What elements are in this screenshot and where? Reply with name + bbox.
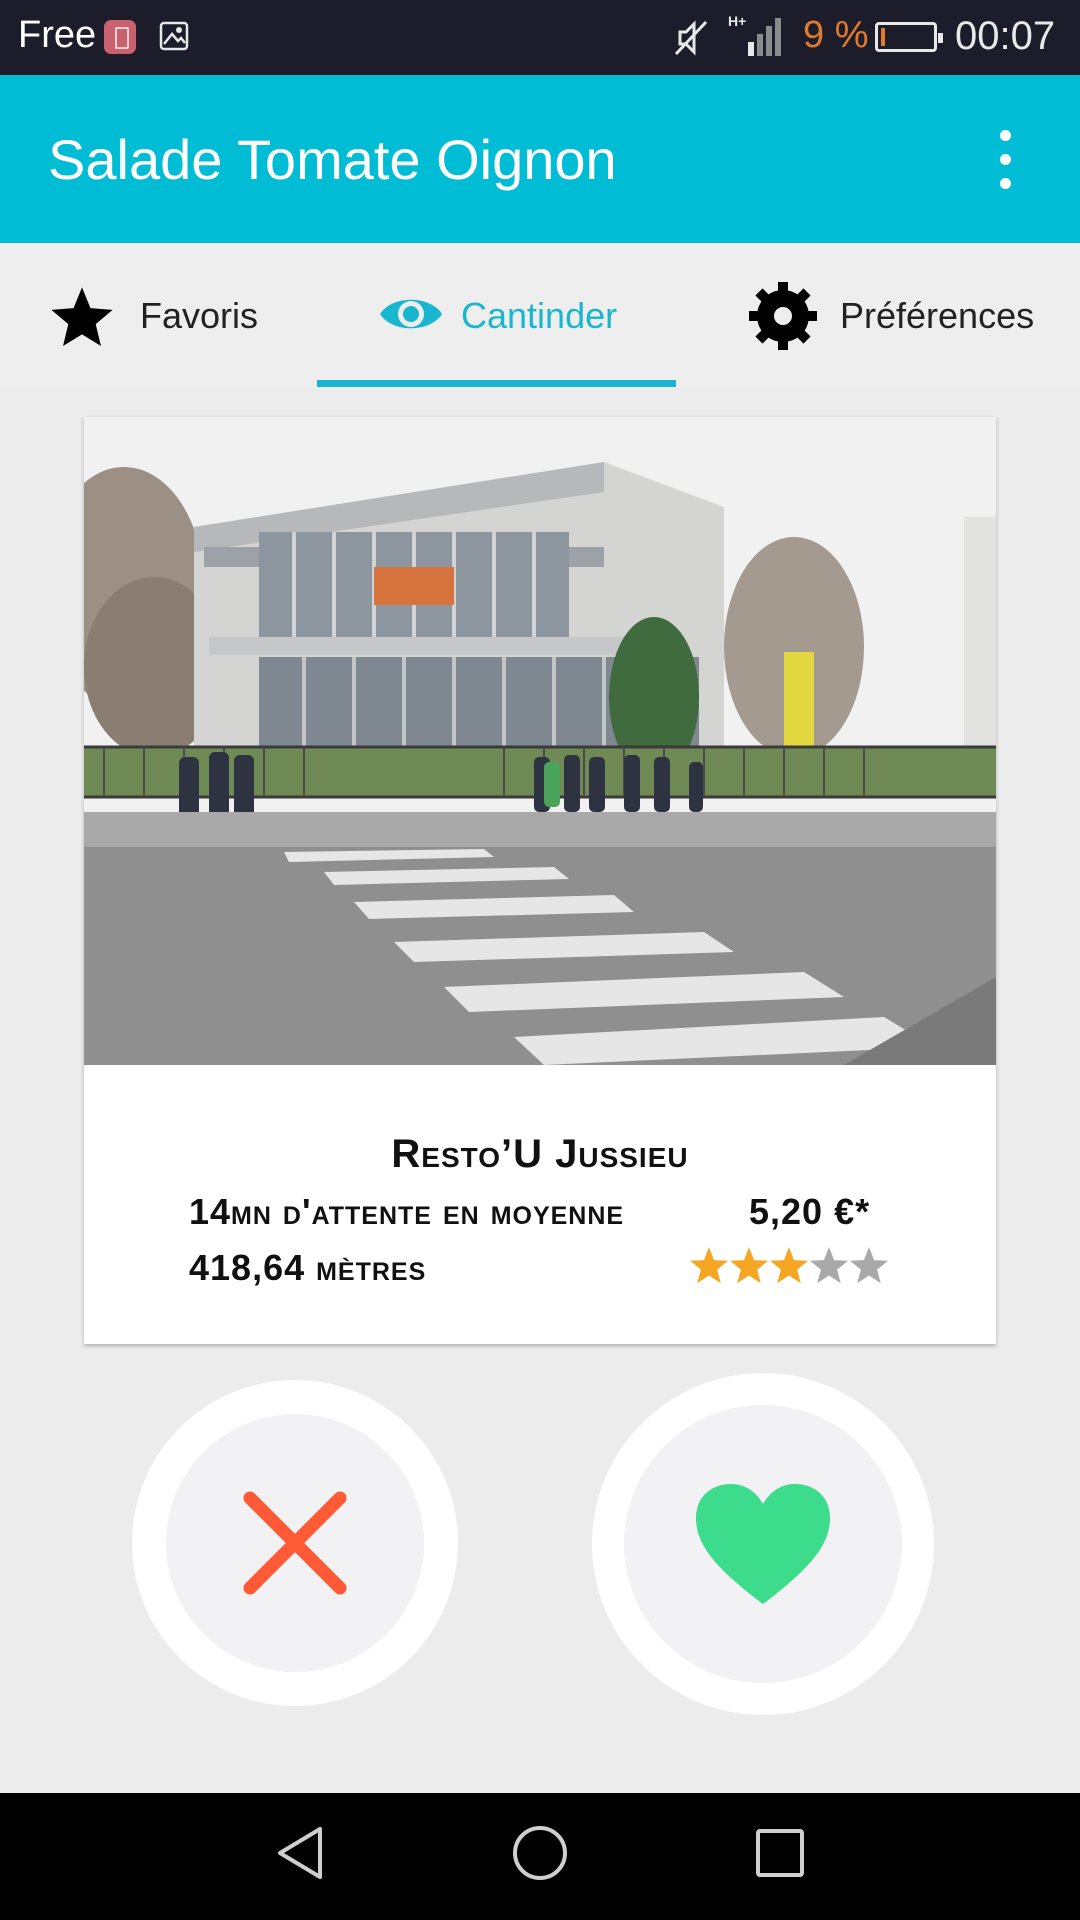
tab-preferences[interactable]: Préférences [700,243,1080,388]
battery-icon [875,22,943,52]
home-icon[interactable] [510,1823,570,1883]
gear-icon [749,282,817,350]
back-icon[interactable] [270,1823,330,1883]
restaurant-name: Resto’U Jussieu [391,1132,689,1176]
carrier-name: Free [18,14,97,56]
restaurant-photo [84,417,996,1065]
clock: 00:07 [955,14,1056,58]
more-vert-icon[interactable] [990,130,1020,190]
tab-favoris-label: Favoris [140,295,259,336]
reject-button[interactable] [132,1380,458,1706]
restaurant-card[interactable]: Resto’U Jussieu 14mn d'attente en moyenn… [84,417,996,1344]
rating-stars [690,1247,888,1284]
close-icon [243,1491,347,1595]
wait-time: 14mn d'attente en moyenne [189,1191,625,1232]
tab-indicator [317,380,676,387]
battery-percentage: 9 % [803,14,869,56]
like-button[interactable] [592,1373,934,1715]
app-title: Salade Tomate Oignon [48,128,617,191]
reject-button-inner [166,1414,424,1672]
star-filled-icon [730,1247,768,1284]
star-empty-icon [850,1247,888,1284]
tab-cantinder[interactable]: Cantinder [317,243,676,388]
eye-icon [380,299,442,329]
vibrate-off-icon [674,20,708,56]
tab-cantinder-label: Cantinder [461,295,618,336]
heart-icon [696,1484,830,1604]
like-button-inner [624,1405,902,1683]
tab-preferences-label: Préférences [840,295,1035,336]
recent-apps-icon[interactable] [750,1823,810,1883]
notification-app-icon [104,20,136,54]
star-filled-icon [690,1247,728,1284]
distance: 418,64 mètres [189,1247,427,1288]
svg-text:H+: H+ [728,13,746,29]
star-icon [51,287,113,346]
star-empty-icon [810,1247,848,1284]
app-bar: Salade Tomate Oignon [0,75,1080,243]
status-bar: Free H+ 9 % 00:07 [0,0,1080,75]
tab-bar: Favoris Cantinder Préférences [0,243,1080,388]
signal-icon: H+ [728,13,781,56]
image-notification-icon [159,21,189,51]
star-filled-icon [770,1247,808,1284]
price: 5,20 €* [749,1191,871,1232]
tab-favoris[interactable]: Favoris [0,243,300,388]
navigation-bar [0,1793,1080,1920]
